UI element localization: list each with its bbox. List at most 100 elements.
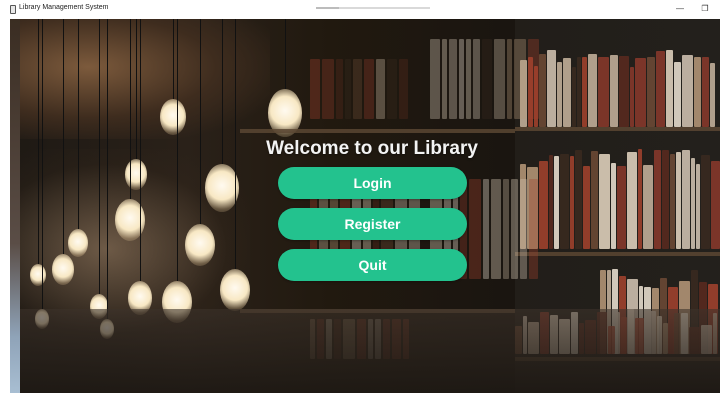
book-spine: [611, 163, 616, 249]
book-spine: [666, 50, 673, 127]
book-spine: [520, 179, 527, 279]
bulb-wire: [130, 19, 131, 199]
bulb-wire: [107, 19, 108, 319]
bulb-wire: [200, 19, 201, 224]
book-spine: [459, 39, 464, 119]
book-spine: [483, 179, 489, 279]
book-spine: [599, 154, 610, 249]
book-spine: [682, 150, 690, 249]
minimize-icon[interactable]: —: [673, 3, 687, 14]
book-spine: [539, 54, 546, 127]
book-spine: [364, 59, 374, 119]
book-spine: [682, 55, 693, 127]
book-spine: [711, 161, 720, 249]
book-spine: [610, 55, 618, 127]
book-spine: [575, 150, 582, 249]
bulb-wire: [78, 19, 79, 229]
bulb-wire: [173, 19, 174, 99]
book-spine: [676, 152, 681, 249]
light-bulb: [68, 229, 88, 257]
window-title: Library Management System: [19, 4, 109, 11]
book-spine: [466, 39, 471, 119]
light-bulb: [52, 254, 74, 285]
bulb-wire: [140, 19, 141, 281]
book-spine: [627, 152, 637, 249]
restore-icon[interactable]: ❐: [698, 3, 712, 14]
bulb-wire: [177, 19, 178, 281]
book-spine: [582, 57, 587, 127]
book-spine: [591, 151, 598, 249]
book-spine: [662, 150, 669, 249]
book-spine: [635, 58, 646, 127]
library-background-image: [10, 19, 720, 393]
book-spine: [376, 59, 385, 119]
book-spine: [528, 39, 539, 119]
book-spine: [345, 59, 351, 119]
title-progress-fill: [316, 7, 339, 9]
title-progress-bar: [316, 7, 430, 9]
book-spine: [619, 56, 629, 127]
bulb-wire: [63, 19, 64, 254]
book-spine: [557, 62, 562, 127]
book-spine: [674, 62, 681, 127]
bookshelf-plank: [240, 129, 515, 133]
book-spine: [647, 57, 655, 127]
light-bulb: [220, 269, 250, 311]
book-spine: [583, 166, 590, 249]
book-spine: [547, 50, 556, 127]
book-spine: [694, 57, 701, 127]
book-spine: [554, 156, 559, 249]
book-spine: [560, 154, 569, 249]
book-spine: [310, 59, 320, 119]
book-spine: [491, 179, 501, 279]
book-spine: [588, 54, 597, 127]
light-bulb: [125, 159, 147, 190]
book-spine: [617, 166, 626, 249]
welcome-heading: Welcome to our Library: [266, 138, 478, 159]
window-titlebar: Library Management System — ❐: [0, 0, 721, 19]
book-spine: [638, 149, 642, 249]
light-bulb: [185, 224, 215, 266]
book-spine: [572, 67, 576, 127]
book-spine: [701, 155, 710, 249]
book-spine: [691, 158, 695, 249]
book-spine: [503, 179, 509, 279]
book-spine: [430, 39, 440, 119]
quit-button[interactable]: Quit: [278, 249, 467, 281]
book-spine: [473, 39, 480, 119]
book-spine: [336, 59, 343, 119]
bulb-wire: [38, 19, 39, 264]
bookshelf-plank: [515, 252, 720, 256]
book-spine: [482, 39, 492, 119]
book-spine: [507, 39, 512, 119]
register-button[interactable]: Register: [278, 208, 467, 240]
book-spine: [511, 179, 518, 279]
book-spine: [449, 39, 457, 119]
book-spine: [387, 59, 397, 119]
bulb-wire: [99, 19, 100, 294]
book-spine: [539, 161, 548, 249]
book-spine: [630, 67, 634, 127]
book-spine: [399, 59, 408, 119]
book-spine: [656, 51, 665, 127]
background-edge: [10, 19, 20, 393]
book-spine: [353, 59, 362, 119]
book-spine: [654, 150, 661, 249]
book-spine: [643, 165, 653, 249]
book-spine: [577, 57, 581, 127]
background-floor: [10, 309, 720, 393]
book-spine: [670, 154, 675, 249]
book-spine: [529, 179, 538, 279]
book-spine: [570, 156, 574, 249]
app-window-icon: [10, 5, 16, 14]
book-spine: [702, 57, 709, 127]
book-spine: [322, 59, 334, 119]
login-button[interactable]: Login: [278, 167, 467, 199]
book-spine: [598, 57, 609, 127]
bulb-wire: [136, 19, 137, 159]
book-spine: [469, 179, 481, 279]
book-spine: [696, 164, 700, 249]
book-spine: [514, 39, 526, 119]
bulb-wire: [285, 19, 286, 89]
bulb-wire: [222, 19, 223, 164]
